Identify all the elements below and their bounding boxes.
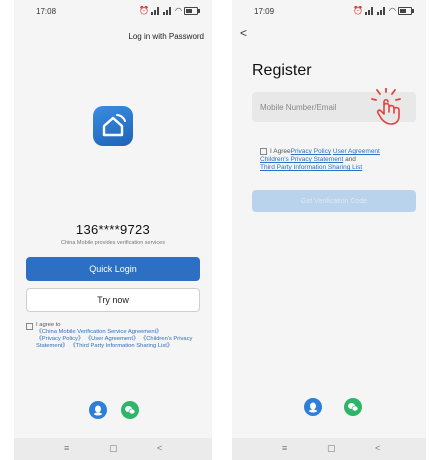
wechat-login-button[interactable] <box>121 401 139 419</box>
tap-hand-icon <box>371 88 401 125</box>
qq-login-button[interactable] <box>89 401 107 419</box>
wechat-login-button[interactable] <box>344 398 362 416</box>
home-nav-icon[interactable]: ▢ <box>109 443 118 454</box>
system-nav-bar: ≡ ▢ < <box>14 438 212 460</box>
login-screen: 17:08 ⏰ ◠ Log in with Password 136****97… <box>14 0 212 460</box>
menu-icon[interactable]: ≡ <box>282 443 287 453</box>
wechat-icon <box>348 403 359 412</box>
wifi-icon: ◠ <box>389 6 396 15</box>
agreement-text: I AgreePrivacy Policy User Agreement Chi… <box>260 148 420 172</box>
back-nav-icon[interactable]: < <box>375 443 380 453</box>
privacy-policy-link[interactable]: Privacy Policy <box>291 148 331 155</box>
agree-prefix: I agree to <box>36 322 61 328</box>
qq-icon <box>309 402 317 413</box>
alarm-icon: ⏰ <box>139 6 150 15</box>
try-now-button[interactable]: Try now <box>26 288 200 312</box>
qq-login-button[interactable] <box>304 398 322 416</box>
signal-icon <box>151 6 161 15</box>
agree-checkbox[interactable] <box>260 148 267 155</box>
get-verification-code-button[interactable]: Get Verification Code <box>252 190 416 212</box>
status-time: 17:09 <box>254 7 275 16</box>
login-with-password-link[interactable]: Log in with Password <box>128 32 204 41</box>
phone-number: 136****9723 <box>75 222 151 237</box>
user-agreement-link[interactable]: 《User Agreement》 <box>85 336 138 342</box>
battery-icon <box>184 6 200 15</box>
status-time: 17:08 <box>36 7 57 16</box>
app-logo <box>93 106 133 146</box>
wifi-icon: ◠ <box>175 6 182 15</box>
children-privacy-link[interactable]: Children's Privacy Statement <box>260 156 343 163</box>
third-party-list-link[interactable]: 《Third Party Information Sharing List》 <box>70 343 173 349</box>
status-bar: 17:09 ⏰ ◠ <box>232 6 426 20</box>
back-button[interactable]: < <box>240 26 247 40</box>
alarm-icon: ⏰ <box>353 6 364 15</box>
page-title: Register <box>252 62 312 79</box>
user-agreement-link[interactable]: User Agreement <box>333 148 380 155</box>
home-icon <box>102 114 126 137</box>
carrier-note: China Mobile provides verification servi… <box>61 240 165 246</box>
home-nav-icon[interactable]: ▢ <box>327 443 336 454</box>
quick-login-button[interactable]: Quick Login <box>26 257 200 281</box>
agree-and: and <box>345 156 356 164</box>
wechat-icon <box>125 406 136 415</box>
agreement-text: I agree to 《China Mobile Verification Se… <box>26 322 206 350</box>
back-nav-icon[interactable]: < <box>157 443 162 453</box>
signal-icon <box>377 6 387 15</box>
agree-prefix: I Agree <box>270 148 291 156</box>
third-party-list-link[interactable]: Third Party Information Sharing List <box>260 164 362 171</box>
menu-icon[interactable]: ≡ <box>64 443 69 453</box>
privacy-policy-link[interactable]: 《Privacy Policy》 <box>36 336 84 342</box>
status-bar: 17:08 ⏰ ◠ <box>14 6 212 20</box>
signal-icon <box>163 6 173 15</box>
qq-icon <box>94 405 102 416</box>
mobile-email-input[interactable] <box>252 92 388 122</box>
battery-icon <box>398 6 414 15</box>
register-screen: 17:09 ⏰ ◠ < Register I AgreePrivacy Poli… <box>232 0 426 460</box>
agree-checkbox[interactable] <box>26 323 33 330</box>
system-nav-bar: ≡ ▢ < <box>232 438 426 460</box>
cm-agreement-link[interactable]: 《China Mobile Verification Service Agree… <box>36 329 162 335</box>
signal-icon <box>365 6 375 15</box>
